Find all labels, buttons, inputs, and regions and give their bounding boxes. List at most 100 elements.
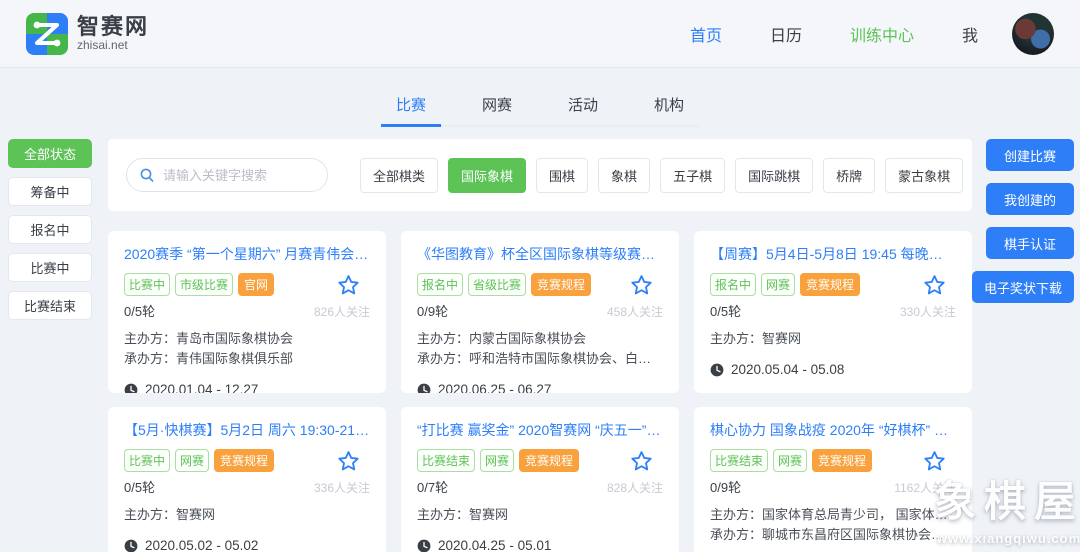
player-certification-button[interactable]: 棋手认证	[986, 227, 1074, 259]
competition-card[interactable]: 【5月·快棋赛】5月2日 周六 19:30-21:30 一晚5… 比赛中 网赛 …	[108, 407, 386, 552]
nav-calendar[interactable]: 日历	[770, 22, 802, 46]
star-favorite-icon[interactable]	[923, 274, 946, 296]
status-tag: 网赛	[761, 273, 795, 296]
tab-activities[interactable]: 活动	[553, 88, 613, 127]
organizer: 主办方：智赛网	[124, 505, 370, 525]
nav-home[interactable]: 首页	[690, 22, 722, 46]
clock-icon	[124, 383, 138, 393]
clock-icon	[417, 539, 431, 552]
category-filters: 全部棋类 国际象棋 围棋 象棋 五子棋 国际跳棋 桥牌 蒙古象棋	[360, 158, 963, 193]
co-organizer: 承办方：青伟国际象棋俱乐部	[124, 349, 370, 369]
tab-organizations[interactable]: 机构	[639, 88, 699, 127]
tag-list: 报名中 网赛 竞赛规程	[710, 273, 860, 296]
competition-title[interactable]: 【周赛】5月4日-5月8日 19:45 每晚一轮共5轮	[710, 244, 956, 264]
competition-card[interactable]: 棋心协力 国象战疫 2020年 “好棋杯” 全国国际象… 比赛结束 网赛 竞赛规…	[694, 407, 972, 552]
competition-title[interactable]: 《华图教育》杯全区国际象棋等级赛（呼和浩特）	[417, 244, 663, 264]
search-icon	[139, 167, 155, 183]
nav-training-center[interactable]: 训练中心	[850, 22, 914, 46]
category-chess[interactable]: 国际象棋	[448, 158, 526, 193]
status-tag: 市级比赛	[175, 273, 233, 296]
status-filter-all[interactable]: 全部状态	[8, 139, 92, 168]
co-organizer: 承办方：呼和浩特市国际象棋协会、白雪棋院内蒙…	[417, 349, 663, 369]
status-filter-finished[interactable]: 比赛结束	[8, 291, 92, 320]
followers-count: 458人关注	[607, 303, 663, 320]
user-avatar[interactable]	[1012, 13, 1054, 55]
e-certificate-download-button[interactable]: 电子奖状下载	[972, 271, 1074, 303]
status-filter-registering[interactable]: 报名中	[8, 215, 92, 244]
rounds-progress: 0/7轮	[417, 477, 448, 496]
status-tag: 报名中	[710, 273, 756, 296]
date-range: 2020.05.04 - 05.08	[731, 360, 844, 380]
tag-list: 报名中 省级比赛 竞赛规程	[417, 273, 591, 296]
tab-online-matches[interactable]: 网赛	[467, 88, 527, 127]
status-tag: 比赛结束	[417, 449, 475, 472]
nav-me[interactable]: 我	[962, 22, 978, 46]
star-favorite-icon[interactable]	[630, 450, 653, 472]
status-tag: 比赛中	[124, 273, 170, 296]
brand-domain: zhisai.net	[77, 39, 149, 52]
star-favorite-icon[interactable]	[923, 450, 946, 472]
status-tag: 网赛	[175, 449, 209, 472]
competition-title[interactable]: 棋心协力 国象战疫 2020年 “好棋杯” 全国国际象…	[710, 420, 956, 440]
tag-list: 比赛中 市级比赛 官网	[124, 273, 274, 296]
category-gomoku[interactable]: 五子棋	[660, 158, 725, 193]
rounds-progress: 0/5轮	[124, 301, 155, 320]
search-input[interactable]	[163, 168, 315, 183]
cards-grid: 2020赛季 “第一个星期六” 月赛青伟会员招募 比赛中 市级比赛 官网 0/5…	[108, 231, 972, 552]
category-all[interactable]: 全部棋类	[360, 158, 438, 193]
rounds-progress: 0/9轮	[417, 301, 448, 320]
clock-icon	[710, 363, 724, 377]
my-created-button[interactable]: 我创建的	[986, 183, 1074, 215]
tab-competitions[interactable]: 比赛	[381, 88, 441, 127]
date-range: 2020.04.25 - 05.01	[438, 536, 551, 552]
content: 全部棋类 国际象棋 围棋 象棋 五子棋 国际跳棋 桥牌 蒙古象棋 2020赛季 …	[108, 139, 972, 552]
competition-card[interactable]: 2020赛季 “第一个星期六” 月赛青伟会员招募 比赛中 市级比赛 官网 0/5…	[108, 231, 386, 393]
organizer: 主办方：内蒙古国际象棋协会	[417, 329, 663, 349]
header: 智赛网 zhisai.net 首页 日历 训练中心 我	[0, 0, 1080, 68]
competition-title[interactable]: 【5月·快棋赛】5月2日 周六 19:30-21:30 一晚5…	[124, 420, 370, 440]
rules-link-tag[interactable]: 官网	[238, 273, 274, 296]
organizer: 主办方：国家体育总局青少司， 国家体育总局棋牌…	[710, 505, 956, 525]
competition-title[interactable]: “打比赛 赢奖金” 2020智赛网 “庆五一” 国际象…	[417, 420, 663, 440]
search-box	[126, 158, 328, 192]
rules-link-tag[interactable]: 竞赛规程	[519, 449, 579, 472]
competition-title[interactable]: 2020赛季 “第一个星期六” 月赛青伟会员招募	[124, 244, 370, 264]
star-favorite-icon[interactable]	[337, 274, 360, 296]
competition-card[interactable]: “打比赛 赢奖金” 2020智赛网 “庆五一” 国际象… 比赛结束 网赛 竞赛规…	[401, 407, 679, 552]
brand-logo[interactable]: 智赛网 zhisai.net	[26, 13, 149, 55]
followers-count: 330人关注	[900, 303, 956, 320]
status-tag: 网赛	[773, 449, 807, 472]
status-tag: 比赛结束	[710, 449, 768, 472]
followers-count: 826人关注	[314, 303, 370, 320]
status-tag: 省级比赛	[468, 273, 526, 296]
organizer: 主办方：智赛网	[417, 505, 663, 525]
rules-link-tag[interactable]: 竞赛规程	[812, 449, 872, 472]
create-competition-button[interactable]: 创建比赛	[986, 139, 1074, 171]
star-favorite-icon[interactable]	[630, 274, 653, 296]
rules-link-tag[interactable]: 竞赛规程	[531, 273, 591, 296]
competition-card[interactable]: 【周赛】5月4日-5月8日 19:45 每晚一轮共5轮 报名中 网赛 竞赛规程 …	[694, 231, 972, 393]
status-sidebar: 全部状态 筹备中 报名中 比赛中 比赛结束	[0, 139, 108, 320]
category-xiangqi[interactable]: 象棋	[598, 158, 650, 193]
brand-logo-icon	[26, 13, 68, 55]
category-bridge[interactable]: 桥牌	[823, 158, 875, 193]
category-mongolian-chess[interactable]: 蒙古象棋	[885, 158, 963, 193]
status-tag: 比赛中	[124, 449, 170, 472]
competition-card[interactable]: 《华图教育》杯全区国际象棋等级赛（呼和浩特） 报名中 省级比赛 竞赛规程 0/9…	[401, 231, 679, 393]
star-favorite-icon[interactable]	[337, 450, 360, 472]
category-draughts[interactable]: 国际跳棋	[735, 158, 813, 193]
clock-icon	[124, 539, 138, 552]
status-filter-in-progress[interactable]: 比赛中	[8, 253, 92, 282]
rounds-progress: 0/9轮	[710, 477, 741, 496]
tabs-wrap: 比赛 网赛 活动 机构	[108, 88, 972, 127]
rules-link-tag[interactable]: 竞赛规程	[214, 449, 274, 472]
tag-list: 比赛中 网赛 竞赛规程	[124, 449, 274, 472]
rules-link-tag[interactable]: 竞赛规程	[800, 273, 860, 296]
category-go[interactable]: 围棋	[536, 158, 588, 193]
status-tag: 报名中	[417, 273, 463, 296]
main: 全部状态 筹备中 报名中 比赛中 比赛结束 全部棋类 国际象棋 围棋 象棋	[0, 139, 1080, 552]
status-filter-preparing[interactable]: 筹备中	[8, 177, 92, 206]
date-range: 2020.06.25 - 06.27	[438, 380, 551, 393]
tabbar: 比赛 网赛 活动 机构	[381, 88, 699, 127]
organizer: 主办方：智赛网	[710, 329, 956, 349]
